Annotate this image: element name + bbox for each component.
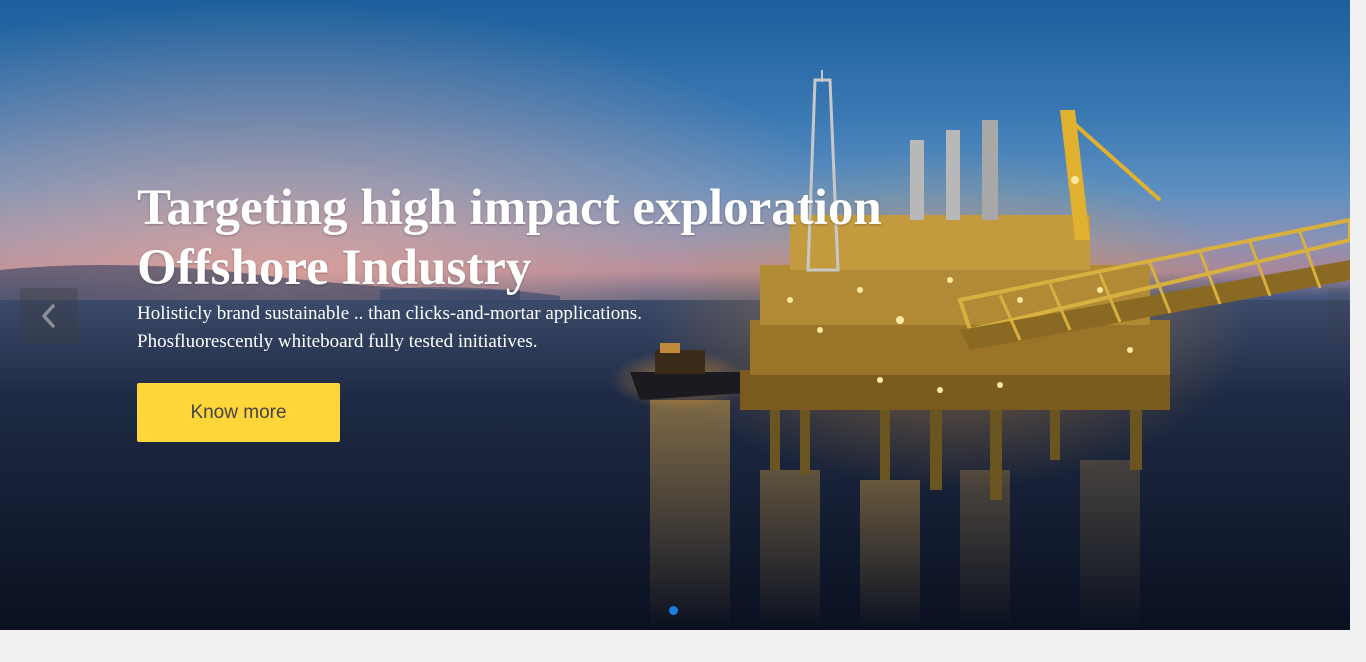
carousel-next-button[interactable] (1328, 288, 1348, 344)
page-content-below (0, 630, 1366, 662)
hero-caption: Targeting high impact exploration Offsho… (137, 178, 897, 356)
hero-title: Targeting high impact exploration Offsho… (137, 178, 897, 298)
hero-subtitle-line-2: Phosfluorescently whiteboard fully teste… (137, 331, 538, 352)
know-more-button[interactable]: Know more (137, 383, 340, 442)
page-edge-strip (1350, 0, 1366, 630)
hero-subtitle: Holisticly brand sustainable .. than cli… (137, 300, 737, 356)
chevron-left-icon (42, 304, 55, 328)
hero-subtitle-line-1: Holisticly brand sustainable .. than cli… (137, 303, 642, 324)
carousel-prev-button[interactable] (20, 288, 78, 344)
carousel-indicator-active[interactable] (669, 606, 678, 615)
hero-title-line-2: Offshore Industry (137, 240, 532, 296)
carousel-indicators (669, 606, 678, 615)
hero-carousel: Targeting high impact exploration Offsho… (0, 0, 1366, 630)
hero-title-line-1: Targeting high impact exploration (137, 180, 882, 236)
